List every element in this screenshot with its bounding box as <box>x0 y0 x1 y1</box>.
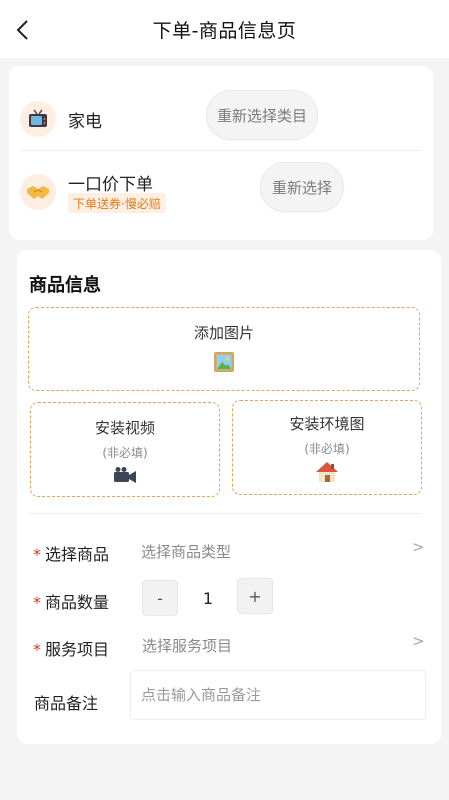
chevron-right-icon[interactable]: > <box>412 632 425 650</box>
required-mark: * <box>33 593 41 612</box>
quantity-increment-button[interactable]: + <box>237 578 273 614</box>
reselect-category-button[interactable]: 重新选择类目 <box>206 90 318 140</box>
divider <box>22 150 422 151</box>
service-label-text: 服务项目 <box>45 640 110 659</box>
install-env-optional: (非必填) <box>304 442 350 456</box>
product-info-card: 商品信息 添加图片 安装视频 (非必填) 安装环境图 (非必填) * 选择商品 … <box>17 250 441 744</box>
remark-input[interactable] <box>130 670 426 720</box>
select-product-field[interactable]: 选择商品类型 <box>141 541 231 562</box>
quantity-label: * 商品数量 <box>33 589 109 613</box>
section-title: 商品信息 <box>29 275 101 296</box>
select-product-label: * 选择商品 <box>33 541 109 565</box>
pricing-label: 一口价下单 <box>68 175 153 195</box>
handshake-icon <box>20 174 56 210</box>
select-product-label-text: 选择商品 <box>45 545 110 564</box>
install-env-label: 安装环境图 <box>289 415 365 433</box>
category-label: 家电 <box>68 112 102 132</box>
remark-label: 商品备注 <box>34 694 99 713</box>
promo-badge: 下单送券·慢必赔 <box>68 193 166 213</box>
quantity-value[interactable]: 1 <box>179 580 237 616</box>
divider <box>30 513 422 514</box>
install-env-button[interactable]: 安装环境图 (非必填) <box>232 400 422 495</box>
reselect-pricing-button[interactable]: 重新选择 <box>260 162 344 212</box>
required-mark: * <box>33 640 41 659</box>
quantity-label-text: 商品数量 <box>45 593 110 612</box>
video-camera-icon <box>113 466 137 488</box>
chevron-right-icon[interactable]: > <box>412 538 425 556</box>
select-service-field[interactable]: 选择服务项目 <box>142 635 232 656</box>
page-title: 下单-商品信息页 <box>152 20 297 42</box>
quantity-decrement-button[interactable]: - <box>142 580 178 616</box>
top-bar: 下单-商品信息页 <box>0 0 449 58</box>
install-video-button[interactable]: 安装视频 (非必填) <box>30 402 220 497</box>
house-icon <box>315 461 339 487</box>
install-video-optional: (非必填) <box>102 446 148 460</box>
add-image-button[interactable]: 添加图片 <box>28 307 420 391</box>
service-label: * 服务项目 <box>33 636 109 660</box>
add-image-label: 添加图片 <box>193 324 254 342</box>
tv-icon <box>20 101 56 137</box>
order-type-card: 家电 重新选择类目 一口价下单 下单送券·慢必赔 重新选择 <box>9 66 433 240</box>
required-mark: * <box>33 545 41 564</box>
install-video-label: 安装视频 <box>94 419 155 437</box>
image-icon <box>213 351 235 377</box>
